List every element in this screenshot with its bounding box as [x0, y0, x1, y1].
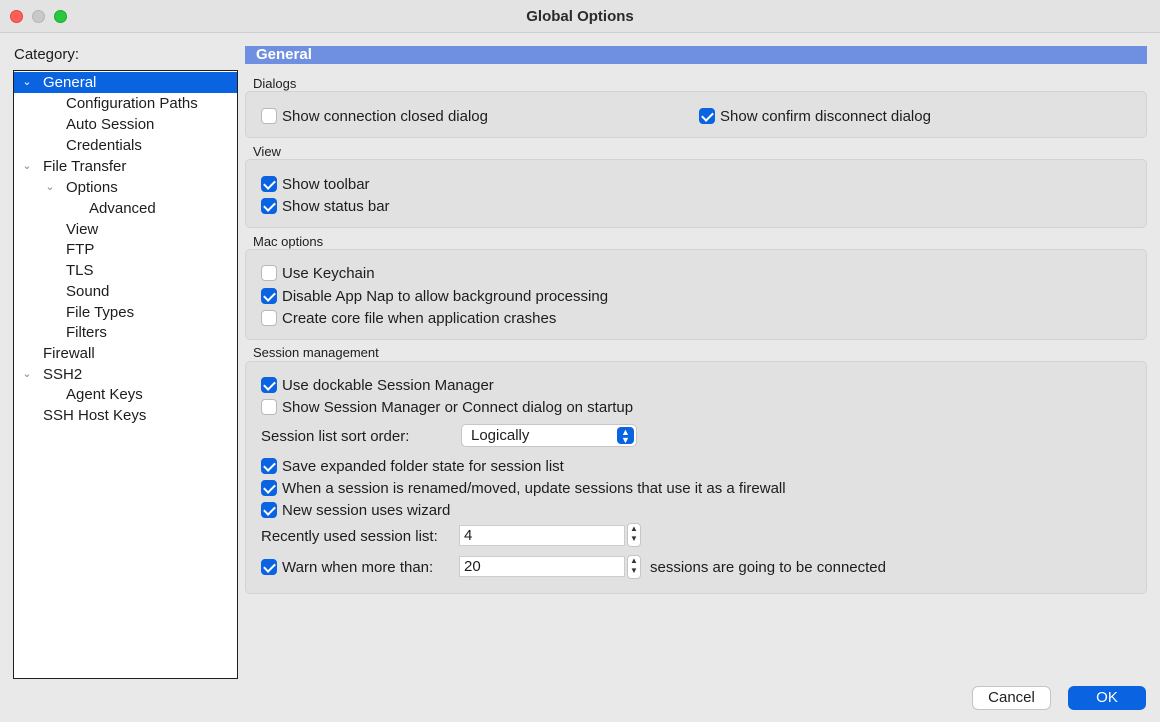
view-group	[245, 159, 1147, 228]
tree-item-advanced[interactable]: Advanced	[14, 198, 237, 219]
chevron-down-icon[interactable]: ⌄	[21, 364, 33, 385]
tree-item-filters[interactable]: Filters	[14, 322, 237, 343]
tree-item-label: SSH Host Keys	[43, 407, 147, 424]
tree-item-ssh-host-keys[interactable]: SSH Host Keys	[14, 405, 237, 426]
global-options-window: Global Options Category: ⌄ General Confi…	[0, 0, 1160, 722]
warn-sessions-stepper[interactable]: ▲ ▼	[627, 555, 641, 579]
show-confirm-disconnect-label: Show confirm disconnect dialog	[720, 108, 931, 125]
show-connection-closed-label: Show connection closed dialog	[282, 108, 488, 125]
create-core-file-checkbox[interactable]	[261, 310, 277, 326]
up-down-arrows-icon: ▲ ▼	[630, 524, 638, 543]
tree-item-label: Configuration Paths	[66, 95, 198, 112]
tree-item-label: TLS	[66, 262, 94, 279]
chevron-down-icon[interactable]: ⌄	[21, 156, 33, 177]
tree-item-auto-session[interactable]: Auto Session	[14, 114, 237, 135]
tree-item-label: FTP	[66, 241, 95, 258]
tree-item-file-transfer[interactable]: ⌄ File Transfer	[14, 156, 237, 177]
warn-sessions-input[interactable]: 20	[459, 556, 625, 577]
panel-title: General	[245, 46, 1147, 64]
up-down-arrows-icon: ▲ ▼	[617, 427, 634, 445]
tree-item-options[interactable]: ⌄ Options	[14, 177, 237, 198]
show-confirm-disconnect-checkbox[interactable]	[699, 108, 715, 124]
warn-sessions-label: Warn when more than:	[282, 559, 434, 576]
save-expanded-folder-state-label: Save expanded folder state for session l…	[282, 458, 564, 475]
recent-session-list-input[interactable]: 4	[459, 525, 625, 546]
sort-order-label: Session list sort order:	[261, 428, 410, 445]
disable-app-nap-checkbox[interactable]	[261, 288, 277, 304]
warn-sessions-suffix: sessions are going to be connected	[650, 559, 886, 576]
update-firewall-sessions-checkbox[interactable]	[261, 480, 277, 496]
show-status-bar-checkbox[interactable]	[261, 198, 277, 214]
up-down-arrows-icon: ▲ ▼	[630, 556, 638, 575]
tree-item-credentials[interactable]: Credentials	[14, 135, 237, 156]
dialogs-group-label: Dialogs	[253, 76, 297, 91]
tree-item-label: Auto Session	[66, 116, 155, 133]
tree-item-label: File Types	[66, 304, 135, 321]
tree-item-label: General	[43, 74, 97, 91]
tree-item-label: Advanced	[89, 200, 156, 217]
tree-item-general[interactable]: ⌄ General	[14, 72, 237, 93]
show-toolbar-label: Show toolbar	[282, 176, 370, 193]
chevron-down-icon[interactable]: ⌄	[44, 177, 56, 198]
show-session-manager-on-startup-checkbox[interactable]	[261, 399, 277, 415]
tree-item-ssh2[interactable]: ⌄ SSH2	[14, 364, 237, 385]
cancel-button[interactable]: Cancel	[972, 686, 1051, 710]
recent-session-list-stepper[interactable]: ▲ ▼	[627, 523, 641, 547]
tree-item-file-types[interactable]: File Types	[14, 302, 237, 323]
sort-order-value: Logically	[471, 427, 530, 444]
use-dockable-session-manager-checkbox[interactable]	[261, 377, 277, 393]
use-keychain-label: Use Keychain	[282, 265, 375, 282]
tree-item-label: Credentials	[66, 137, 142, 154]
tree-item-configuration-paths[interactable]: Configuration Paths	[14, 93, 237, 114]
recent-session-list-label: Recently used session list:	[261, 528, 438, 545]
tree-item-label: Options	[66, 179, 118, 196]
mac-options-group-label: Mac options	[253, 234, 324, 249]
save-expanded-folder-state-checkbox[interactable]	[261, 458, 277, 474]
show-connection-closed-checkbox[interactable]	[261, 108, 277, 124]
tree-item-label: View	[66, 221, 99, 238]
tree-item-firewall[interactable]: Firewall	[14, 343, 237, 364]
tree-item-sound[interactable]: Sound	[14, 281, 237, 302]
view-group-label: View	[253, 144, 281, 159]
warn-sessions-checkbox[interactable]	[261, 559, 277, 575]
create-core-file-label: Create core file when application crashe…	[282, 310, 557, 327]
show-session-manager-on-startup-label: Show Session Manager or Connect dialog o…	[282, 399, 634, 416]
tree-item-label: Filters	[66, 324, 107, 341]
new-session-wizard-label: New session uses wizard	[282, 502, 451, 519]
show-status-bar-label: Show status bar	[282, 198, 390, 215]
tree-item-label: File Transfer	[43, 158, 127, 175]
tree-item-label: Sound	[66, 283, 110, 300]
window-title: Global Options	[526, 8, 634, 25]
use-keychain-checkbox[interactable]	[261, 265, 277, 281]
new-session-wizard-checkbox[interactable]	[261, 502, 277, 518]
title-bar: Global Options	[0, 0, 1160, 33]
tree-item-ftp[interactable]: FTP	[14, 239, 237, 260]
category-label: Category:	[14, 46, 80, 63]
disable-app-nap-label: Disable App Nap to allow background proc…	[282, 288, 609, 305]
tree-item-label: SSH2	[43, 366, 83, 383]
update-firewall-sessions-label: When a session is renamed/moved, update …	[282, 480, 786, 497]
use-dockable-session-manager-label: Use dockable Session Manager	[282, 377, 494, 394]
show-toolbar-checkbox[interactable]	[261, 176, 277, 192]
ok-button[interactable]: OK	[1068, 686, 1146, 710]
tree-item-tls[interactable]: TLS	[14, 260, 237, 281]
chevron-down-icon[interactable]: ⌄	[21, 72, 33, 93]
sort-order-select[interactable]: Logically ▲ ▼	[461, 424, 637, 447]
tree-item-label: Firewall	[43, 345, 95, 362]
session-management-group-label: Session management	[253, 345, 379, 360]
tree-item-view[interactable]: View	[14, 219, 237, 240]
category-tree[interactable]: ⌄ General Configuration Paths Auto Sessi…	[13, 70, 238, 679]
tree-item-label: Agent Keys	[66, 386, 143, 403]
tree-item-agent-keys[interactable]: Agent Keys	[14, 384, 237, 405]
